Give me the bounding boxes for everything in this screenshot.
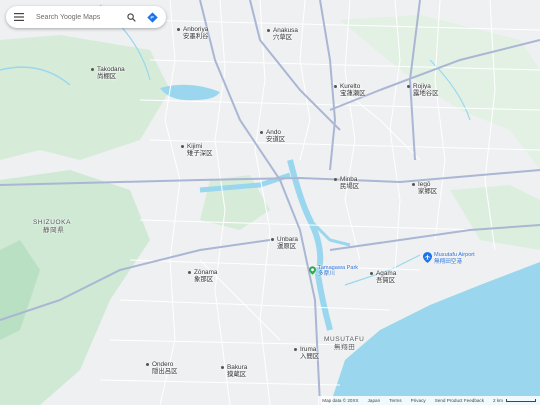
place-dot xyxy=(267,29,270,32)
place-dot xyxy=(334,178,337,181)
place-name: Zōnama xyxy=(194,269,218,276)
place-kanji: 安道区 xyxy=(266,136,286,143)
place-name: Unbara xyxy=(277,236,298,243)
place-name: Ando xyxy=(266,129,281,136)
place-dot xyxy=(260,131,263,134)
place-dot xyxy=(412,183,415,186)
scale-bar[interactable]: 2 km xyxy=(493,398,536,403)
search-icon[interactable] xyxy=(124,10,138,24)
poi-kanji: 無翔田空港 xyxy=(434,258,462,265)
place-name: Kurelto xyxy=(340,83,361,90)
privacy-link[interactable]: Privacy xyxy=(411,398,426,403)
place-dot xyxy=(271,238,274,241)
region-link[interactable]: Japan xyxy=(368,398,381,403)
place-kanji: 入間区 xyxy=(300,353,320,360)
place-kanji: 吾賀区 xyxy=(376,277,396,284)
place-label[interactable]: Ando 安道区 xyxy=(260,129,286,143)
map-data-attribution: Map data © 20XX xyxy=(322,398,359,403)
region-name: MUSUTAFU xyxy=(324,336,365,343)
search-bar[interactable] xyxy=(6,6,166,28)
place-kanji: 運原区 xyxy=(277,243,297,250)
place-name: Iegō xyxy=(418,181,431,188)
place-label[interactable]: Kijimi 雉子深区 xyxy=(181,143,213,157)
place-dot xyxy=(221,366,224,369)
search-input[interactable] xyxy=(34,12,124,22)
place-label[interactable]: Rojiya 露地谷区 xyxy=(407,83,439,97)
feedback-link[interactable]: Send Product Feedback xyxy=(435,398,484,403)
park-pin-icon xyxy=(309,266,316,277)
place-kanji: 雉子深区 xyxy=(187,150,213,157)
place-dot xyxy=(91,68,94,71)
terms-link[interactable]: Terms xyxy=(389,398,402,403)
place-name: Rojiya xyxy=(413,83,431,90)
place-kanji: 穴草区 xyxy=(273,34,293,41)
place-label[interactable]: Ondero 隠出呂区 xyxy=(146,361,178,375)
airport-icon xyxy=(423,252,432,265)
place-label[interactable]: Iegō 家郷区 xyxy=(412,181,438,195)
place-name: Iruma xyxy=(300,346,317,353)
place-kanji: 民場区 xyxy=(340,183,360,190)
place-label[interactable]: Anakusa 穴草区 xyxy=(267,27,298,41)
region-kanji: 無翔田 xyxy=(334,343,356,351)
place-label[interactable]: Anboriya 安墨利谷 xyxy=(177,26,209,40)
place-label[interactable]: Unbara 運原区 xyxy=(271,236,298,250)
place-dot xyxy=(177,28,180,31)
poi-kanji: 多摩川 xyxy=(318,271,335,278)
place-label[interactable]: Kurelto 宝蓮瀬区 xyxy=(334,83,366,97)
place-kanji: 象那区 xyxy=(194,276,214,283)
directions-icon[interactable] xyxy=(144,9,160,25)
place-dot xyxy=(334,85,337,88)
place-label[interactable]: Iruma 入間区 xyxy=(294,346,320,360)
place-name: Anakusa xyxy=(273,27,298,34)
region-label: SHIZUOKA 静岡県 xyxy=(33,219,71,234)
place-name: Minba xyxy=(340,176,358,183)
place-kanji: 安墨利谷 xyxy=(183,33,209,40)
map-footer: Map data © 20XX Japan Terms Privacy Send… xyxy=(318,396,540,405)
region-name: SHIZUOKA xyxy=(33,219,72,226)
place-kanji: 宝蓮瀬区 xyxy=(340,90,366,97)
place-dot xyxy=(181,145,184,148)
place-kanji: 家郷区 xyxy=(418,188,438,195)
place-label[interactable]: Zōnama 象那区 xyxy=(188,269,218,283)
place-dot xyxy=(407,85,410,88)
poi-park[interactable]: Tamagawa Park 多摩川 xyxy=(309,265,358,278)
menu-icon[interactable] xyxy=(12,10,26,24)
place-label[interactable]: Agama 吾賀区 xyxy=(370,270,397,284)
place-name: Anboriya xyxy=(183,26,209,33)
place-label[interactable]: Takodana 尚棚区 xyxy=(91,66,125,80)
scale-label: 2 km xyxy=(493,398,503,403)
place-name: Agama xyxy=(376,270,397,277)
place-label[interactable]: Bakura 獏蔵区 xyxy=(221,364,248,378)
place-dot xyxy=(294,348,297,351)
place-kanji: 露地谷区 xyxy=(413,90,439,97)
place-dot xyxy=(188,271,191,274)
place-dot xyxy=(370,272,373,275)
map-canvas[interactable] xyxy=(0,0,540,405)
place-dot xyxy=(146,363,149,366)
place-kanji: 獏蔵区 xyxy=(227,371,247,378)
place-name: Ondero xyxy=(152,361,174,368)
place-name: Kijimi xyxy=(187,143,203,150)
place-kanji: 尚棚区 xyxy=(97,73,117,80)
region-kanji: 静岡県 xyxy=(43,226,65,234)
place-kanji: 隠出呂区 xyxy=(152,368,178,375)
place-name: Takodana xyxy=(97,66,125,73)
region-label: MUSUTAFU 無翔田 xyxy=(324,336,364,351)
poi-airport[interactable]: Musutafu Airport 無翔田空港 xyxy=(423,252,475,265)
place-label[interactable]: Minba 民場区 xyxy=(334,176,360,190)
scale-line xyxy=(506,399,536,402)
place-name: Bakura xyxy=(227,364,248,371)
